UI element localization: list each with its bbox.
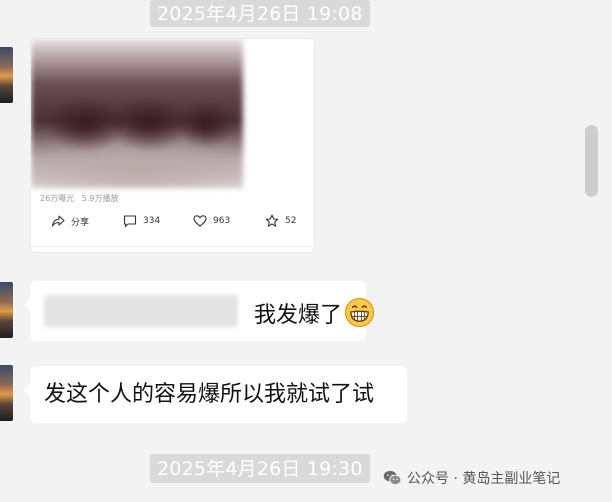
shared-post-card[interactable]: 26万曝光 5.9万播放 分享 334 963 52: [30, 38, 315, 253]
message-text-content: 我发爆了: [254, 303, 343, 328]
watermark: 公众号 · 黄岛主副业笔记: [383, 468, 560, 488]
comment-button[interactable]: 334: [123, 214, 160, 228]
post-stats: 26万曝光 5.9万播放: [40, 193, 118, 204]
comment-icon: [123, 215, 137, 228]
wechat-icon: [383, 470, 402, 486]
comment-count: 334: [143, 216, 161, 226]
post-action-bar: 分享 334 963 52: [31, 214, 314, 234]
share-icon: [51, 215, 65, 227]
contact-avatar[interactable]: [0, 282, 13, 338]
chat-message-bubble[interactable]: 我发爆了: [24, 281, 375, 341]
favorite-button[interactable]: 52: [265, 214, 296, 228]
redacted-text: [44, 295, 238, 327]
message-text: 发这个人的容易爆所以我就试了试: [44, 382, 375, 407]
message-timestamp: 2025年4月26日 19:08: [150, 0, 370, 27]
like-button[interactable]: 963: [193, 214, 230, 228]
chat-message-bubble[interactable]: 发这个人的容易爆所以我就试了试: [24, 366, 407, 423]
share-label: 分享: [71, 217, 90, 228]
grinning-face-emoji-icon: [344, 297, 375, 328]
post-thumbnail-image[interactable]: [31, 39, 243, 188]
message-timestamp: 2025年4月26日 19:30: [150, 454, 370, 483]
impressions-count: 26万曝光: [40, 194, 75, 203]
contact-avatar[interactable]: [0, 365, 13, 421]
star-icon: [265, 214, 279, 227]
plays-count: 5.9万播放: [81, 194, 119, 203]
heart-icon: [193, 215, 207, 227]
like-count: 963: [213, 216, 231, 226]
message-text: 我发爆了: [254, 297, 375, 330]
contact-avatar[interactable]: [0, 47, 13, 103]
watermark-text: 公众号 · 黄岛主副业笔记: [407, 471, 561, 487]
share-button[interactable]: 分享: [51, 214, 89, 228]
card-divider: [31, 246, 314, 247]
favorite-count: 52: [285, 216, 297, 226]
scrollbar-thumb[interactable]: [585, 125, 598, 197]
